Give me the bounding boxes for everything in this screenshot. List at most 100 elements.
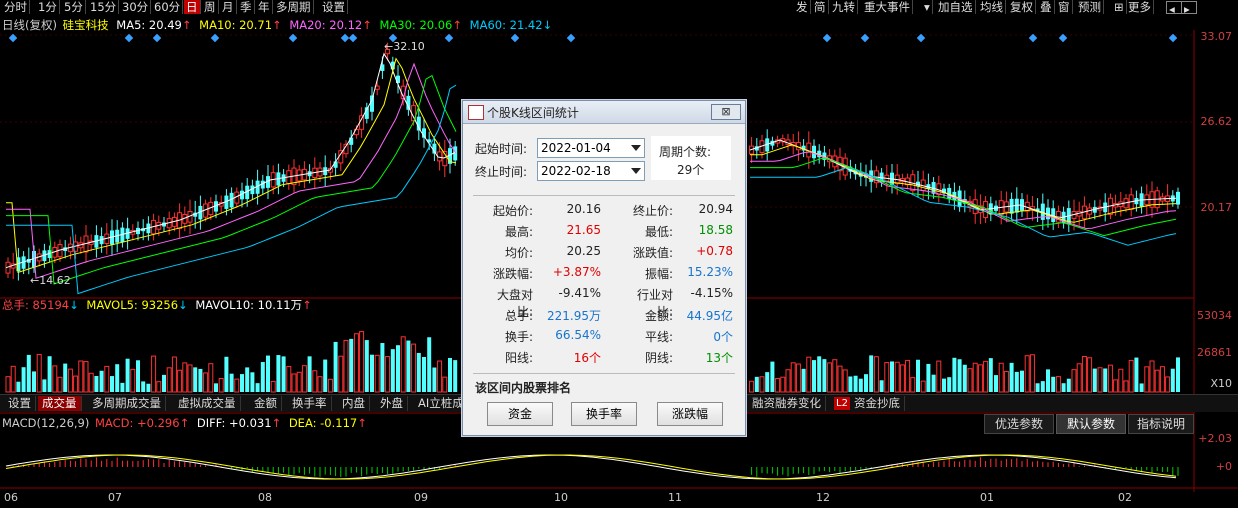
event-diamond-icon[interactable] [916, 33, 926, 43]
volume-bar [42, 379, 47, 392]
volume-bar [349, 338, 354, 392]
stat-label: 阴线: [644, 351, 673, 365]
tab-margin-change[interactable]: 融资融券变化 [748, 396, 826, 411]
tb-adjust[interactable]: 复权 [1008, 0, 1036, 14]
stat-value: 66.54% [555, 328, 601, 342]
tb-add-watchlist[interactable]: 加自选 [936, 0, 976, 14]
event-diamond-icon[interactable] [210, 33, 220, 43]
volume-bar [312, 370, 318, 393]
period-15min[interactable]: 15分 [88, 0, 120, 14]
axis-macd-zero: +0 [1215, 460, 1232, 473]
volume-bar [1134, 357, 1139, 392]
tb-arrow-right[interactable]: ▸ [1181, 1, 1197, 16]
volume-bar [1061, 383, 1066, 392]
volume-bar [1009, 362, 1014, 392]
volume-bar [36, 353, 42, 393]
event-diamond-icon[interactable] [1168, 33, 1178, 43]
event-diamond-icon[interactable] [444, 33, 454, 43]
month-label: 01 [980, 491, 994, 504]
end-time-label: 终止时间: [475, 165, 528, 179]
tb-jian[interactable]: 简 [812, 0, 829, 14]
dialog-titlebar[interactable]: 个股K线区间统计 ⊠ [463, 101, 745, 124]
close-icon[interactable]: ⊠ [711, 104, 741, 120]
rank-by-fund-button[interactable]: 资金 [487, 402, 553, 426]
candle [1176, 191, 1180, 205]
tab-outer[interactable]: 外盘 [376, 396, 408, 411]
default-params-button[interactable]: 默认参数 [1056, 414, 1126, 434]
tb-overlay[interactable]: 叠 [1038, 0, 1055, 14]
period-month[interactable]: 月 [220, 0, 237, 14]
volume-bar [812, 360, 816, 392]
tb-dropdown[interactable]: ▾ [922, 0, 933, 14]
stat-value: -4.15% [690, 286, 733, 300]
period-week[interactable]: 周 [202, 0, 219, 14]
tab-ai-pile[interactable]: AI立桩成 [414, 396, 469, 411]
event-diamond-icon[interactable] [510, 33, 520, 43]
period-1min[interactable]: 1分 [36, 0, 60, 14]
optimal-params-button[interactable]: 优选参数 [984, 414, 1054, 434]
volume-bar [858, 378, 863, 392]
volume-bar [1076, 363, 1082, 393]
period-day[interactable]: 日 [184, 0, 201, 14]
tb-ma[interactable]: 均线 [978, 0, 1006, 14]
tb-forecast[interactable]: 预测 [1076, 0, 1104, 14]
event-diamond-icon[interactable] [288, 33, 298, 43]
volume-bar [1087, 357, 1093, 393]
event-diamond-icon[interactable] [1058, 33, 1068, 43]
stat-value: 44.95亿 [686, 309, 733, 323]
tb-arrow-left[interactable]: ◂ [1166, 1, 1182, 16]
event-diamond-icon[interactable] [1028, 33, 1038, 43]
tb-major-events[interactable]: 重大事件 [862, 0, 913, 14]
period-multi[interactable]: 多周期 [274, 0, 314, 14]
start-date-select[interactable]: 2022-01-04 [537, 138, 645, 158]
event-markers[interactable] [0, 33, 1190, 44]
tab-volume[interactable]: 成交量 [38, 396, 82, 411]
volume-bar [177, 369, 183, 393]
volume-bar [983, 360, 989, 393]
period-30min[interactable]: 30分 [120, 0, 152, 14]
tb-more[interactable]: 更多 [1126, 0, 1154, 14]
period-5min[interactable]: 5分 [62, 0, 86, 14]
indicator-help-button[interactable]: 指标说明 [1128, 414, 1194, 434]
period-quarter[interactable]: 季 [238, 0, 255, 14]
end-date-select[interactable]: 2022-02-18 [537, 161, 645, 181]
rank-by-change-button[interactable]: 涨跌幅 [657, 402, 723, 426]
volume-bar [32, 371, 36, 392]
volume-bar [104, 365, 110, 393]
event-diamond-icon[interactable] [152, 33, 162, 43]
period-settings[interactable]: 设置 [320, 0, 348, 14]
rank-by-turnover-button[interactable]: 换手率 [571, 402, 637, 426]
event-diamond-icon[interactable] [348, 33, 358, 43]
tb-window[interactable]: 窗 [1056, 0, 1073, 14]
tab-virtual-volume[interactable]: 虚拟成交量 [174, 396, 241, 411]
tb-jiuzhuan[interactable]: 九转 [830, 0, 858, 14]
tb-fa[interactable]: 发 [794, 0, 811, 14]
stat-label: 金额: [644, 309, 673, 323]
volume-bar [1176, 357, 1180, 392]
tab-inner[interactable]: 内盘 [338, 396, 370, 411]
volume-bar [171, 356, 177, 393]
tb-more-icon[interactable]: ⊞ [1112, 0, 1127, 14]
tab-amount[interactable]: 金额 [250, 396, 282, 411]
event-diamond-icon[interactable] [8, 33, 18, 43]
tab-multi-period-volume[interactable]: 多周期成交量 [88, 396, 166, 411]
period-60min[interactable]: 60分 [152, 0, 184, 14]
event-diamond-icon[interactable] [124, 33, 134, 43]
volume-bar [141, 381, 146, 392]
period-year[interactable]: 年 [256, 0, 273, 14]
volume-bar [411, 343, 417, 393]
tab-turnover[interactable]: 换手率 [288, 396, 332, 411]
event-diamond-icon[interactable] [860, 33, 870, 43]
volume-bar [988, 358, 993, 392]
volume-bar [780, 376, 786, 393]
event-diamond-icon[interactable] [822, 33, 832, 43]
period-count-label: 周期个数: [659, 145, 712, 159]
volume-bar [187, 364, 193, 393]
period-intraday[interactable]: 分时 [2, 0, 30, 14]
axis-price-high: 33.07 [1200, 30, 1233, 43]
event-diamond-icon[interactable] [566, 33, 576, 43]
month-label: 08 [258, 491, 272, 504]
tab-fund-bottom[interactable]: 资金抄底 [850, 396, 905, 411]
tab-settings[interactable]: 设置 [4, 396, 36, 411]
stat-label: 均价: [504, 246, 533, 260]
